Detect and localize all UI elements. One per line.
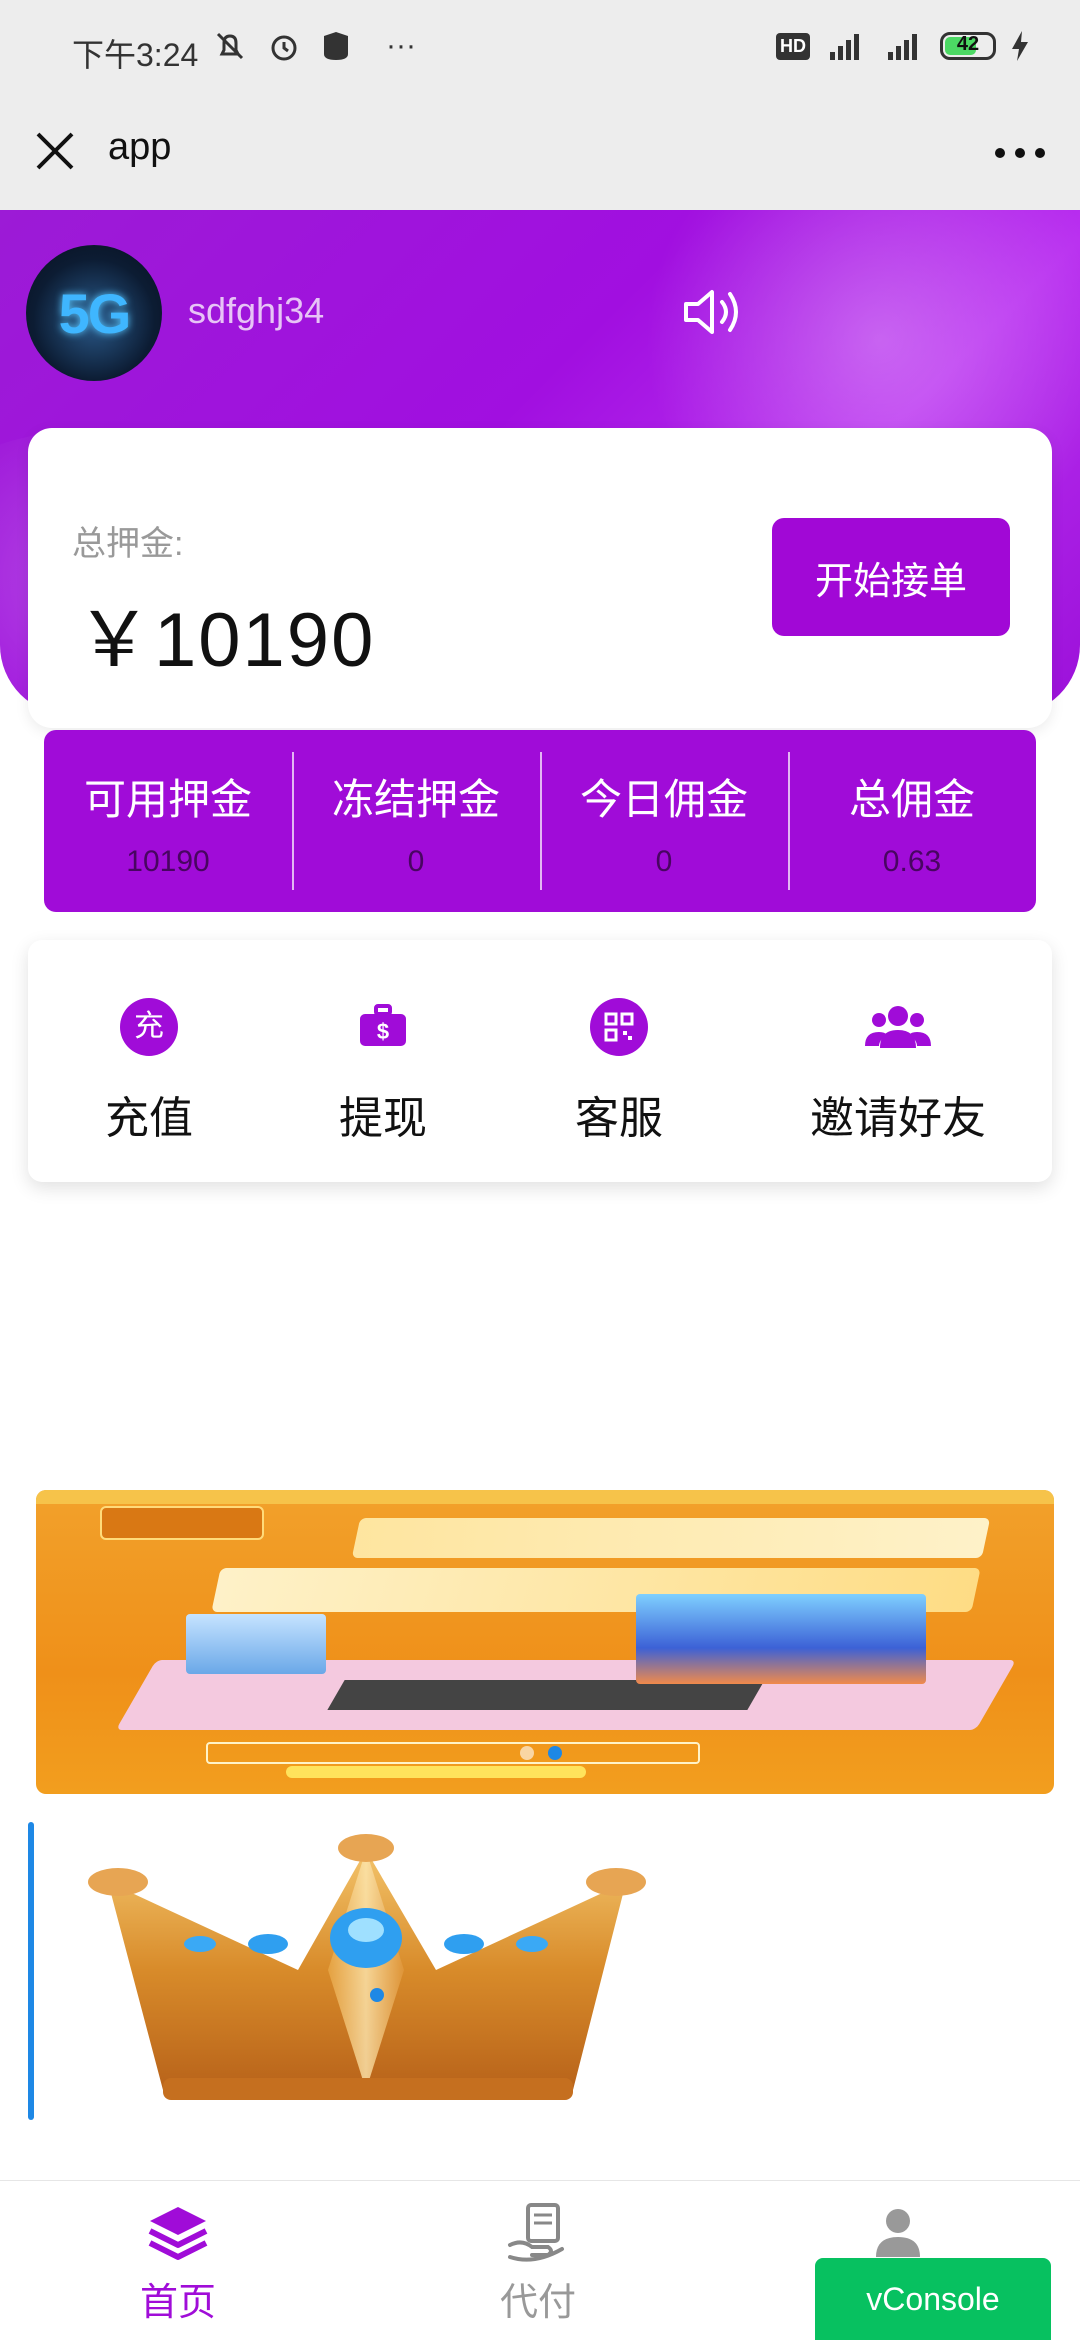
carousel-dot-active[interactable] [370, 1988, 384, 2002]
carousel-dot-active[interactable] [548, 1746, 562, 1760]
action-invite-friends[interactable]: 邀请好友 [788, 998, 1008, 1146]
stat-available-deposit: 可用押金 10190 [44, 730, 292, 912]
action-label: 邀请好友 [810, 1094, 986, 1143]
stat-label: 总佣金 [848, 776, 975, 823]
battery-level: 42 [956, 33, 980, 55]
hand-receipt-icon [508, 2203, 564, 2262]
signal-icon [830, 34, 859, 60]
svg-text:$: $ [377, 1019, 389, 1044]
banner-logo [100, 1506, 264, 1540]
carousel-dots-2 [370, 1988, 384, 2002]
qrcode-icon [590, 998, 648, 1056]
action-recharge[interactable]: 充 充值 [74, 998, 224, 1146]
quick-actions: 充 充值 $ 提现 客服 邀请好友 [28, 940, 1052, 1182]
status-icons-left: ··· [212, 28, 416, 64]
action-label: 客服 [575, 1094, 663, 1143]
more-menu-icon[interactable] [990, 128, 1050, 178]
total-deposit-label: 总押金: [72, 525, 184, 563]
avatar[interactable]: 5G [26, 245, 162, 381]
speaker-icon[interactable] [680, 282, 746, 342]
deposit-card: 总押金: ￥10190 开始接单 [28, 428, 1052, 728]
stat-value: 0 [407, 845, 425, 878]
stat-frozen-deposit: 冻结押金 0 [292, 730, 540, 912]
stat-label: 冻结押金 [331, 776, 500, 823]
start-orders-button[interactable]: 开始接单 [772, 518, 1010, 636]
vconsole-button[interactable]: vConsole [815, 2258, 1051, 2340]
stat-value: 0.63 [882, 845, 942, 878]
action-label: 提现 [339, 1094, 427, 1143]
page-title: app [108, 126, 172, 168]
crown-image [88, 1834, 646, 2100]
action-support[interactable]: 客服 [544, 998, 694, 1146]
layers-icon [148, 2207, 208, 2260]
status-icons-right: HD 42 [776, 28, 1030, 64]
recharge-icon: 充 [120, 998, 178, 1056]
status-time: 下午3:24 [72, 37, 199, 73]
avatar-text: 5G [58, 282, 132, 345]
battery-icon: 42 [940, 32, 996, 60]
stat-total-commission: 总佣金 0.63 [788, 730, 1036, 912]
wallet-icon: $ [360, 1004, 406, 1046]
more-status-icon: ··· [386, 29, 416, 62]
carousel-dots [520, 1746, 562, 1760]
stat-value: 10190 [126, 845, 210, 878]
tab-label: 代付 [499, 2282, 576, 2324]
signal-icon-2 [888, 34, 917, 60]
crown-banner[interactable] [28, 1820, 1054, 2122]
stat-label: 今日佣金 [579, 776, 748, 823]
stat-value: 0 [655, 845, 673, 878]
username: sdfghj34 [188, 290, 325, 331]
charging-icon [1012, 31, 1028, 61]
users-icon [865, 1006, 931, 1048]
carousel-dot[interactable] [520, 1746, 534, 1760]
hd-badge: HD [776, 32, 810, 60]
status-bar: 下午3:24 ··· HD 42 [0, 0, 1080, 100]
alarm-icon [271, 35, 297, 61]
promo-banner[interactable] [36, 1490, 1054, 1794]
total-deposit-amount: ￥10190 [76, 598, 376, 683]
tab-label: 首页 [139, 2282, 216, 2324]
close-icon[interactable] [30, 126, 80, 176]
tab-home[interactable]: 首页 [78, 2201, 278, 2326]
stat-today-commission: 今日佣金 0 [540, 730, 788, 912]
stats-bar: 可用押金 10190 冻结押金 0 今日佣金 0 总佣金 0.63 [44, 730, 1036, 912]
shield-app-icon [324, 32, 348, 60]
action-withdraw[interactable]: $ 提现 [308, 998, 458, 1146]
mute-bell-icon [216, 32, 244, 60]
action-label: 充值 [105, 1094, 193, 1143]
user-icon [876, 2209, 920, 2257]
nav-bar: app [0, 100, 1080, 210]
stat-label: 可用押金 [83, 776, 252, 823]
tab-payment[interactable]: 代付 [438, 2201, 638, 2326]
